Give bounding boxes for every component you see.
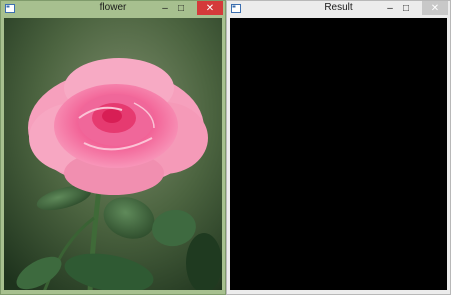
window-title: flower <box>99 2 127 13</box>
flower-image <box>4 18 222 290</box>
close-button[interactable]: ✕ <box>422 1 448 15</box>
result-titlebar[interactable]: Result – □ ✕ <box>227 1 450 17</box>
result-canvas <box>230 18 447 290</box>
flower-window: flower – □ ✕ <box>0 0 226 295</box>
flower-titlebar[interactable]: flower – □ ✕ <box>1 1 225 17</box>
close-button[interactable]: ✕ <box>197 1 223 15</box>
maximize-button[interactable]: □ <box>398 1 414 15</box>
result-window: Result – □ ✕ <box>226 0 451 295</box>
rose-photo <box>4 18 222 290</box>
minimize-button[interactable]: – <box>157 1 173 15</box>
maximize-button[interactable]: □ <box>173 1 189 15</box>
minimize-button[interactable]: – <box>382 1 398 15</box>
window-title: Result <box>324 2 353 13</box>
